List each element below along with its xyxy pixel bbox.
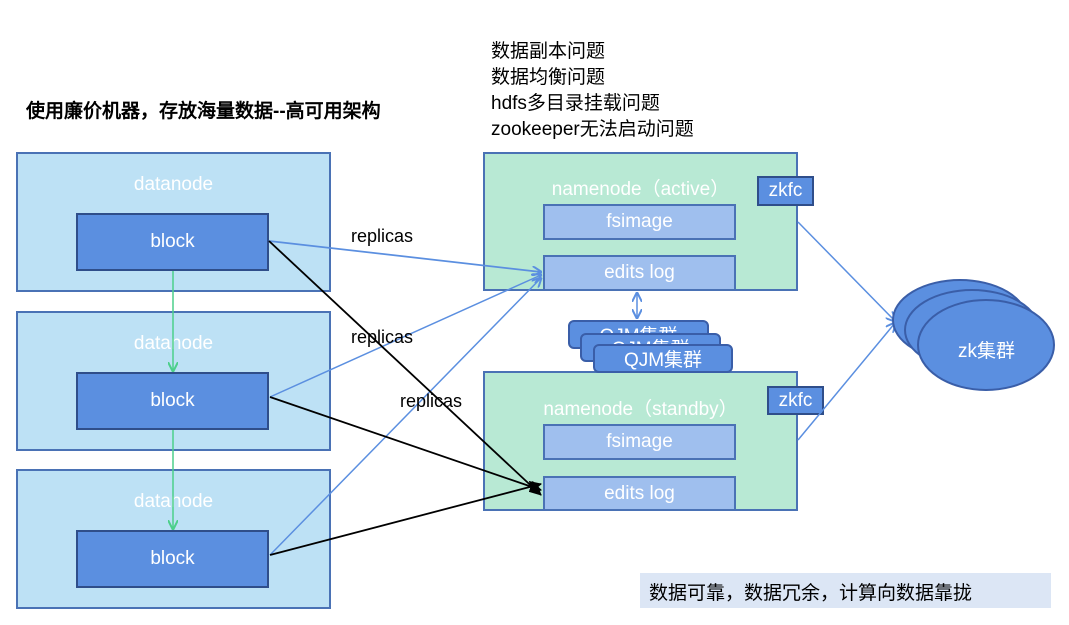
standby-arrow	[268, 240, 542, 496]
replicas-label: replicas	[351, 226, 414, 246]
edits-arrow	[269, 278, 541, 556]
zk-arrow	[797, 323, 895, 441]
connectors	[0, 221, 1055, 556]
replicas-label: replicas	[351, 327, 414, 347]
replicas-label: replicas	[400, 391, 463, 411]
standby-arrow	[269, 480, 542, 556]
zk-arrow	[797, 221, 895, 321]
zk-cluster-label: zk集群	[958, 341, 1016, 362]
summary-note: 数据可靠，数据冗余，计算向数据靠拢	[640, 573, 1051, 608]
